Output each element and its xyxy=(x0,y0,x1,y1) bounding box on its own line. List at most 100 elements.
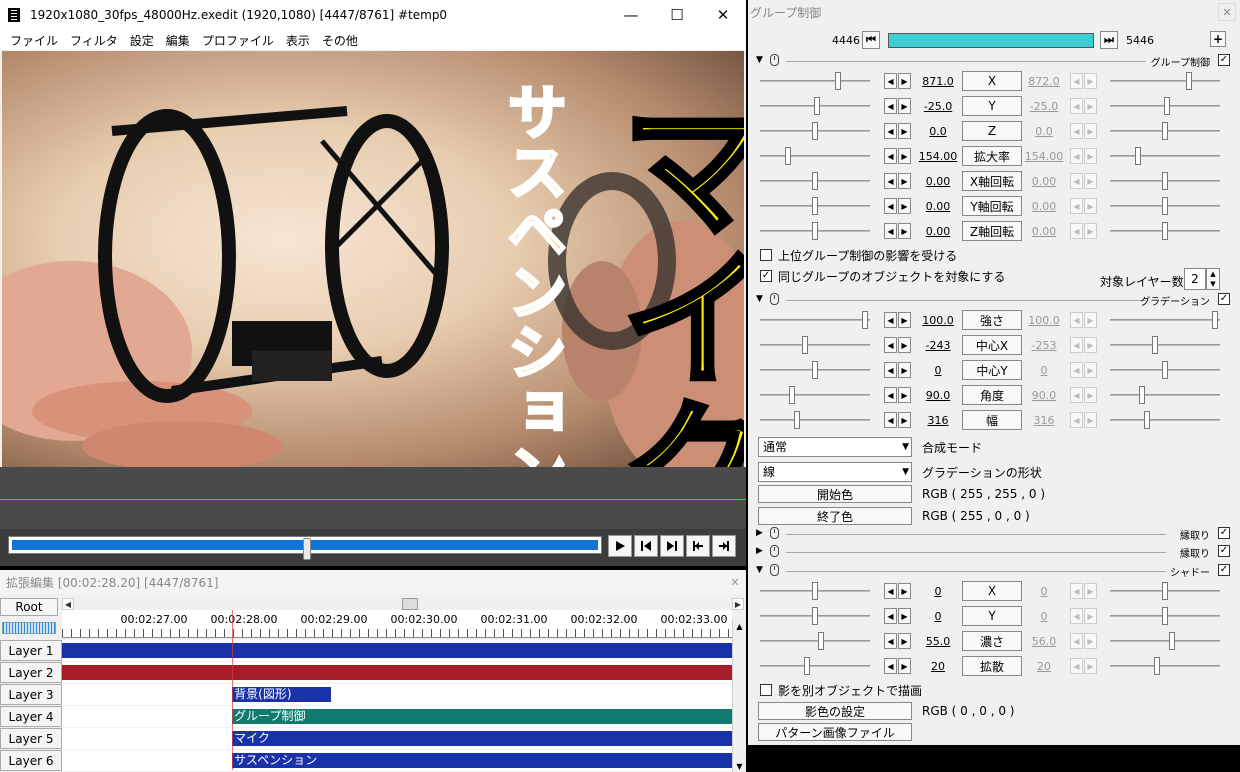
end-slider-thumb[interactable] xyxy=(1151,336,1158,354)
start-slider-thumb[interactable] xyxy=(803,657,810,675)
cb-upper-group[interactable]: 上位グループ制御の影響を受ける xyxy=(760,247,957,263)
section-enable-checkbox[interactable]: ✓ xyxy=(1218,527,1230,539)
seek-knob[interactable] xyxy=(303,538,311,560)
start-slider-thumb[interactable] xyxy=(794,411,801,429)
step-left-icon[interactable]: ◀ xyxy=(1070,73,1083,89)
end-value[interactable]: 316 xyxy=(1024,414,1064,427)
end-slider-thumb[interactable] xyxy=(1144,411,1151,429)
layer-name-button[interactable]: Layer 4 xyxy=(0,706,62,727)
end-slider-thumb[interactable] xyxy=(1162,222,1168,240)
step-left-icon[interactable]: ◀ xyxy=(884,608,897,624)
step-right-icon[interactable]: ▶ xyxy=(1084,148,1097,164)
step-right-icon[interactable]: ▶ xyxy=(898,312,911,328)
end-slider-thumb[interactable] xyxy=(1162,361,1168,379)
scroll-left-icon[interactable]: ◀ xyxy=(62,598,74,610)
end-value[interactable]: 0.00 xyxy=(1024,225,1064,238)
end-slider-thumb[interactable] xyxy=(1162,197,1168,215)
end-value[interactable]: 0.00 xyxy=(1024,200,1064,213)
start-value[interactable]: -243 xyxy=(918,339,958,352)
param-name-button[interactable]: Z xyxy=(962,121,1022,141)
param-name-button[interactable]: X軸回転 xyxy=(962,171,1022,191)
step-right-icon[interactable]: ▶ xyxy=(898,412,911,428)
start-value[interactable]: 0.00 xyxy=(918,200,958,213)
step-left-icon[interactable]: ◀ xyxy=(884,633,897,649)
end-slider-thumb[interactable] xyxy=(1134,147,1141,165)
end-slider-thumb[interactable] xyxy=(1162,122,1168,140)
param-name-button[interactable]: Y xyxy=(962,606,1022,626)
layer-lane[interactable]: 背景(図形) xyxy=(62,684,732,705)
start-slider-thumb[interactable] xyxy=(784,147,791,165)
checkbox[interactable] xyxy=(760,684,772,696)
gc-close-button[interactable]: ✕ xyxy=(1218,3,1236,21)
timeline-clip[interactable]: サスペンション xyxy=(232,753,732,768)
param-name-button[interactable]: 拡散 xyxy=(962,656,1022,676)
menu-filter[interactable]: フィルタ xyxy=(64,32,124,49)
timeline-clip[interactable]: マイク xyxy=(232,731,732,746)
step-left-icon[interactable]: ◀ xyxy=(884,148,897,164)
step-left-icon[interactable]: ◀ xyxy=(1070,98,1083,114)
minimize-button[interactable]: — xyxy=(608,0,654,30)
next-frame-button[interactable] xyxy=(660,535,684,557)
step-right-icon[interactable]: ▶ xyxy=(898,608,911,624)
step-left-icon[interactable]: ◀ xyxy=(884,312,897,328)
step-right-icon[interactable]: ▶ xyxy=(1084,362,1097,378)
close-button[interactable]: ✕ xyxy=(700,0,746,30)
play-button[interactable] xyxy=(608,535,632,557)
start-value[interactable]: 0.00 xyxy=(918,225,958,238)
start-value[interactable]: 0 xyxy=(918,585,958,598)
start-value[interactable]: -25.0 xyxy=(918,100,958,113)
start-slider-thumb[interactable] xyxy=(818,632,825,650)
checkbox[interactable] xyxy=(760,249,772,261)
menu-profile[interactable]: プロファイル xyxy=(196,32,280,49)
step-right-icon[interactable]: ▶ xyxy=(898,337,911,353)
step-right-icon[interactable]: ▶ xyxy=(898,583,911,599)
filter-section-header[interactable]: ▼ グループ制御 ✓ xyxy=(756,54,1230,69)
start-slider-track[interactable] xyxy=(760,319,870,321)
step-left-icon[interactable]: ◀ xyxy=(1070,173,1083,189)
end-value[interactable]: 100.0 xyxy=(1024,314,1064,327)
param-name-button[interactable]: 強さ xyxy=(962,310,1022,330)
end-value[interactable]: 90.0 xyxy=(1024,389,1064,402)
layer-name-button[interactable]: Layer 6 xyxy=(0,750,62,771)
layer-lane[interactable]: マイク xyxy=(62,728,732,749)
menu-file[interactable]: ファイル xyxy=(4,32,64,49)
go-end-button[interactable] xyxy=(712,535,736,557)
step-right-icon[interactable]: ▶ xyxy=(898,633,911,649)
start-slider-thumb[interactable] xyxy=(812,361,818,379)
end-value[interactable]: 0.0 xyxy=(1024,125,1064,138)
section-enable-checkbox[interactable]: ✓ xyxy=(1218,293,1230,305)
menu-view[interactable]: 表示 xyxy=(280,32,316,49)
section-enable-checkbox[interactable]: ✓ xyxy=(1218,54,1230,66)
step-left-icon[interactable]: ◀ xyxy=(884,98,897,114)
grad-shape-select[interactable]: 線 ▼ xyxy=(758,462,912,482)
step-left-icon[interactable]: ◀ xyxy=(884,223,897,239)
menu-other[interactable]: その他 xyxy=(316,32,364,49)
end-slider-thumb[interactable] xyxy=(1211,311,1218,329)
step-right-icon[interactable]: ▶ xyxy=(1084,312,1097,328)
timeline-vscroll[interactable]: ▲ ▼ xyxy=(732,620,746,772)
end-value[interactable]: 0 xyxy=(1024,364,1064,377)
layer-name-button[interactable]: Layer 3 xyxy=(0,684,62,705)
go-first-frame-button[interactable]: ⏮ xyxy=(862,31,880,49)
start-color-button[interactable]: 開始色 xyxy=(758,485,912,503)
step-left-icon[interactable]: ◀ xyxy=(884,387,897,403)
step-left-icon[interactable]: ◀ xyxy=(1070,583,1083,599)
step-right-icon[interactable]: ▶ xyxy=(1084,387,1097,403)
end-color-button[interactable]: 終了色 xyxy=(758,507,912,525)
frame-range-bar-fill[interactable] xyxy=(888,33,1094,48)
step-left-icon[interactable]: ◀ xyxy=(884,583,897,599)
step-right-icon[interactable]: ▶ xyxy=(898,173,911,189)
step-left-icon[interactable]: ◀ xyxy=(1070,658,1083,674)
start-slider-thumb[interactable] xyxy=(812,172,818,190)
end-value[interactable]: 20 xyxy=(1024,660,1064,673)
step-left-icon[interactable]: ◀ xyxy=(1070,337,1083,353)
scroll-up-icon[interactable]: ▲ xyxy=(733,620,746,632)
root-button[interactable]: Root xyxy=(0,598,58,616)
cb-shadow-separate[interactable]: 影を別オブジェクトで描画 xyxy=(760,682,922,698)
blend-mode-select[interactable]: 通常 ▼ xyxy=(758,437,912,457)
filter-section-header[interactable]: ▶ 縁取り ✓ xyxy=(756,545,1230,560)
filter-section-header[interactable]: ▼ グラデーション ✓ xyxy=(756,293,1230,308)
param-name-button[interactable]: 中心Y xyxy=(962,360,1022,380)
shadow-color-button[interactable]: 影色の設定 xyxy=(758,702,912,720)
end-slider-thumb[interactable] xyxy=(1164,97,1171,115)
